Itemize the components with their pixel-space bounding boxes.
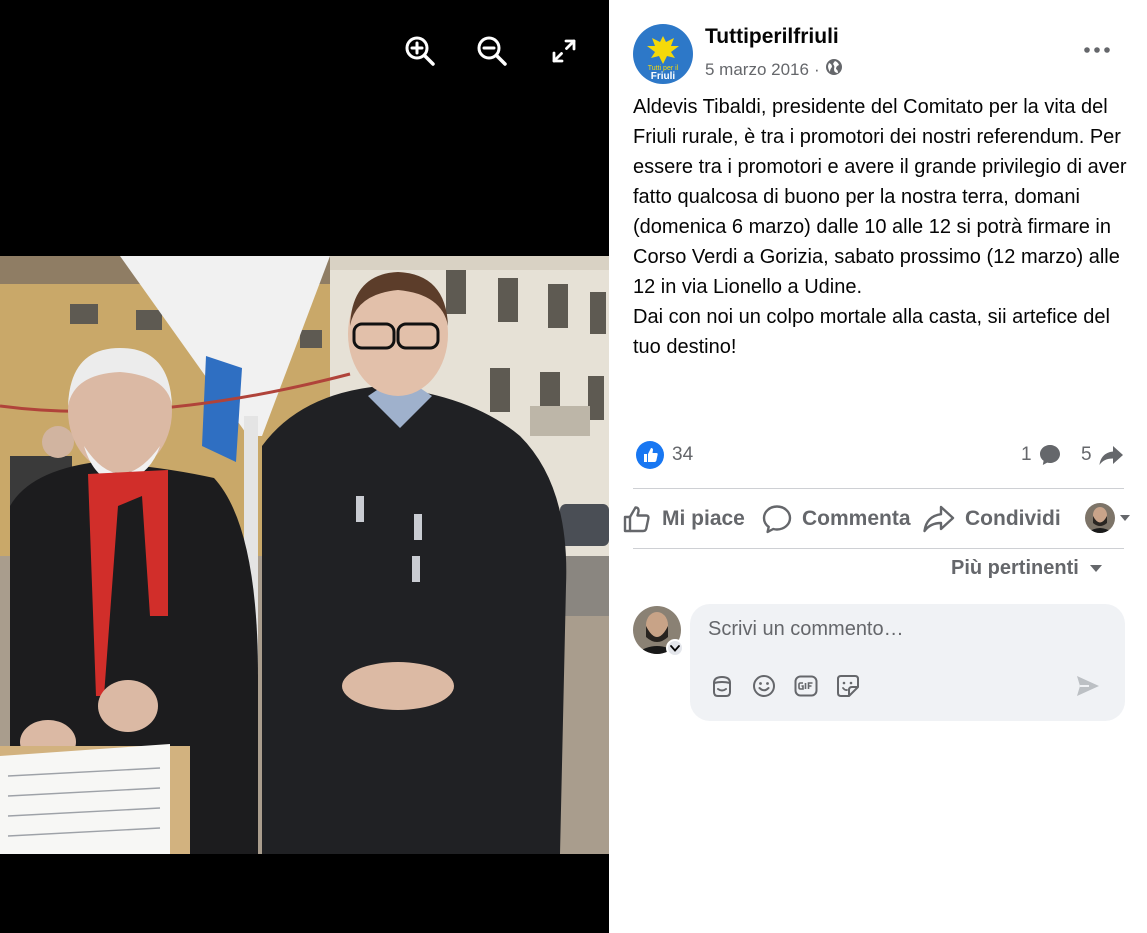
caret-down-icon <box>1120 515 1130 521</box>
avatar-text-bottom: Friuli <box>651 71 676 82</box>
share-count: 5 <box>1081 444 1092 465</box>
zoom-out-icon <box>477 36 507 66</box>
fullscreen-icon <box>552 39 576 63</box>
caret-down-icon <box>1089 565 1102 572</box>
more-dots-icon <box>1084 47 1110 53</box>
photo-viewer <box>0 0 609 933</box>
emoji-button[interactable] <box>750 672 778 700</box>
reactions-summary[interactable]: 34 <box>636 441 693 469</box>
gif-button[interactable] <box>792 672 820 700</box>
comment-button[interactable]: Commenta <box>761 500 911 538</box>
comment-input[interactable] <box>708 618 1108 641</box>
avatar-sticker-icon <box>713 675 731 697</box>
post-photo[interactable] <box>0 256 609 854</box>
divider <box>633 548 1124 549</box>
share-button[interactable]: Condividi <box>922 500 1061 538</box>
zoom-in-icon <box>405 36 435 66</box>
avatar-menu-badge[interactable] <box>666 639 684 657</box>
comment-sort-dropdown[interactable]: Più pertinenti <box>951 557 1103 580</box>
share-icon <box>923 505 955 533</box>
like-button[interactable]: Mi piace <box>621 500 745 538</box>
chevron-down-icon <box>670 644 680 652</box>
comment-bubble-icon <box>1039 445 1060 465</box>
share-count-link[interactable]: 5 <box>1081 443 1124 467</box>
post-date[interactable]: 5 marzo 2016 <box>705 60 809 80</box>
actor-avatar <box>1085 503 1115 533</box>
globe-icon <box>825 58 843 81</box>
zoom-out-button[interactable] <box>474 33 510 69</box>
comment-composer <box>690 604 1125 721</box>
post-text: Aldevis Tibaldi, presidente del Comitato… <box>633 96 1127 358</box>
send-icon <box>1077 676 1099 696</box>
sort-label: Più pertinenti <box>951 557 1079 579</box>
page-avatar[interactable]: Tutti per il Friuli <box>633 24 693 84</box>
more-options-button[interactable] <box>1079 36 1115 64</box>
like-label: Mi piace <box>662 507 745 530</box>
page-name[interactable]: Tuttiperilfriuli <box>705 25 839 49</box>
share-arrow-icon <box>1099 446 1123 465</box>
sticker-icon <box>837 675 859 697</box>
post-panel: Tutti per il Friuli Tuttiperilfriuli 5 m… <box>609 0 1147 933</box>
avatar-sticker-button[interactable] <box>708 672 736 700</box>
emoji-icon <box>753 675 775 697</box>
comment-label: Commenta <box>802 507 911 530</box>
send-button[interactable] <box>1074 672 1102 700</box>
sticker-button[interactable] <box>834 672 862 700</box>
actor-selector[interactable] <box>1085 503 1131 533</box>
comment-icon <box>762 505 792 534</box>
reaction-count: 34 <box>672 444 694 465</box>
share-label: Condividi <box>965 507 1061 530</box>
gif-icon <box>794 675 818 697</box>
fullscreen-button[interactable] <box>546 33 582 69</box>
divider <box>633 488 1124 489</box>
zoom-in-button[interactable] <box>402 33 438 69</box>
like-reaction-icon <box>636 441 664 469</box>
thumbs-up-icon <box>623 506 650 533</box>
comment-count-link[interactable]: 1 <box>1021 443 1062 467</box>
post-meta: 5 marzo 2016 · <box>705 58 843 81</box>
meta-separator: · <box>813 59 820 79</box>
comment-count: 1 <box>1021 444 1032 465</box>
